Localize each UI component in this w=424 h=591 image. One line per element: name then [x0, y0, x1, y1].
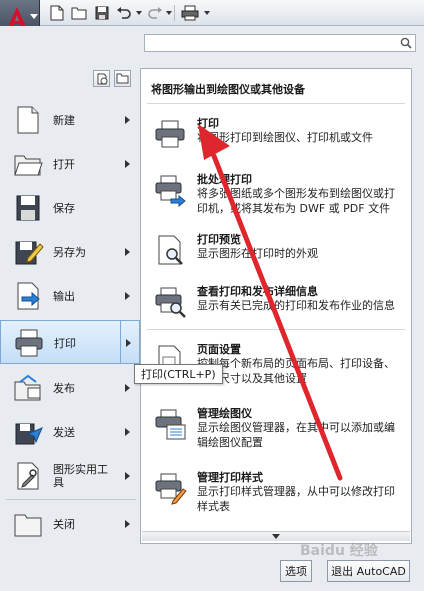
new-document-icon [17, 106, 39, 134]
print-tooltip: 打印(CTRL+P) [134, 364, 223, 384]
toolbar-separator [174, 5, 175, 21]
recent-documents-button[interactable] [93, 70, 110, 87]
printer-icon [155, 120, 185, 148]
submenu-item-title: 管理绘图仪 [197, 407, 252, 420]
chevron-right-icon [125, 472, 130, 480]
submenu-item-plot[interactable]: 打印 将图形打印到绘图仪、打印机或文件 [141, 109, 411, 169]
menu-item-send[interactable]: 发送 [0, 410, 140, 454]
redo-icon[interactable] [146, 4, 164, 22]
menu-item-label: 另存为 [53, 245, 86, 259]
open-icon[interactable] [70, 4, 88, 22]
menu-item-label: 打印 [54, 336, 76, 350]
submenu-item-description: 显示图形在打印时的外观 [197, 247, 318, 260]
options-button[interactable]: 选项 [280, 560, 312, 582]
chevron-right-icon[interactable] [126, 339, 131, 347]
export-icon [17, 282, 40, 310]
submenu-item-title: 查看打印和发布详细信息 [197, 285, 318, 298]
batch-plot-icon [155, 175, 186, 207]
plot-details-icon [155, 287, 186, 318]
menu-divider [6, 499, 136, 500]
menu-item-drawing-utilities[interactable]: 图形实用工具 [0, 454, 140, 498]
submenu-item-title: 打印预览 [197, 233, 241, 246]
submenu-item-description: 显示绘图仪管理器，在其中可以添加或编辑绘图仪配置 [197, 421, 395, 449]
chevron-right-icon [125, 160, 130, 168]
undo-dropdown-icon[interactable] [136, 11, 142, 15]
redo-dropdown-icon[interactable] [166, 11, 172, 15]
submenu-header: 将图形输出到绘图仪或其他设备 [151, 83, 305, 96]
print-submenu: 将图形输出到绘图仪或其他设备 打印 将图形打印到绘图仪、打印机或文件 批处理打印… [140, 68, 412, 544]
menu-item-export[interactable]: 输出 [0, 274, 140, 318]
submenu-item-description: 将多张图纸或多个图形发布到绘图仪或打印机，或将其发布为 DWF 或 PDF 文件 [197, 187, 395, 215]
recent-documents-icon [97, 73, 107, 84]
plotter-manager-icon [155, 409, 186, 440]
submenu-item-description: 控制每个新布局的页面布局、打印设备、图纸尺寸以及其他设置 [197, 357, 395, 385]
chevron-right-icon [125, 248, 130, 256]
undo-icon[interactable] [115, 4, 133, 22]
chevron-right-icon [125, 520, 130, 528]
chevron-right-icon [125, 292, 130, 300]
submenu-item-plotter-manager[interactable]: 管理绘图仪 显示绘图仪管理器，在其中可以添加或编辑绘图仪配置 [141, 399, 411, 459]
menu-item-label: 关闭 [53, 517, 75, 531]
menu-item-label: 图形实用工具 [53, 463, 108, 489]
menu-item-label: 保存 [53, 201, 75, 215]
menu-item-publish[interactable]: 发布 [0, 366, 140, 410]
exit-autocad-button[interactable]: 退出 AutoCAD [327, 560, 410, 582]
close-folder-icon [14, 514, 42, 537]
drawing-utilities-icon [17, 462, 39, 490]
chevron-right-icon [125, 428, 130, 436]
new-icon[interactable] [48, 4, 66, 22]
plot-style-manager-icon [155, 473, 187, 505]
submenu-divider [147, 329, 405, 330]
send-icon [15, 423, 43, 445]
command-list: 新建 打开 保存 另存为 输出 打印 发布 发送 图形实用工具 关闭 [0, 98, 140, 548]
menu-item-open[interactable]: 打开 [0, 142, 140, 186]
menu-item-label: 打开 [53, 157, 75, 171]
open-documents-icon [116, 73, 129, 84]
menu-item-label: 发布 [53, 381, 75, 395]
menu-item-new[interactable]: 新建 [0, 98, 140, 142]
split-divider [120, 321, 121, 363]
chevron-down-icon [272, 534, 280, 539]
floppy-disk-icon [16, 195, 40, 221]
menu-item-save-as[interactable]: 另存为 [0, 230, 140, 274]
printer-icon [15, 329, 43, 357]
open-documents-button[interactable] [114, 70, 131, 87]
plot-preview-icon [158, 235, 183, 265]
menu-item-label: 输出 [53, 289, 75, 303]
submenu-item-title: 打印 [197, 117, 219, 130]
menu-item-close[interactable]: 关闭 [0, 502, 140, 546]
menu-item-save[interactable]: 保存 [0, 186, 140, 230]
submenu-item-description: 将图形打印到绘图仪、打印机或文件 [197, 131, 373, 144]
submenu-divider [147, 103, 405, 104]
submenu-item-title: 批处理打印 [197, 173, 252, 186]
publish-icon [14, 374, 41, 401]
quick-access-toolbar [0, 0, 424, 26]
search-icon[interactable] [400, 37, 412, 49]
submenu-item-description: 显示打印样式管理器，从中可以修改打印样式表 [197, 485, 395, 513]
search-input[interactable] [144, 34, 416, 52]
chevron-right-icon [125, 384, 130, 392]
submenu-item-title: 页面设置 [197, 343, 241, 356]
save-icon[interactable] [93, 4, 111, 22]
submenu-item-plot-preview[interactable]: 打印预览 显示图形在打印时的外观 [141, 225, 411, 285]
chevron-down-icon [30, 14, 38, 19]
submenu-item-title: 管理打印样式 [197, 471, 263, 484]
submenu-item-batch-plot[interactable]: 批处理打印 将多张图纸或多个图形发布到绘图仪或打印机，或将其发布为 DWF 或 … [141, 165, 411, 225]
open-folder-icon [14, 155, 43, 176]
watermark: Baidu 经验 [300, 543, 378, 559]
chevron-right-icon [125, 116, 130, 124]
submenu-item-description: 显示有关已完成的打印和发布作业的信息 [197, 299, 395, 312]
menu-item-print[interactable]: 打印 [0, 320, 140, 364]
menu-item-label: 发送 [53, 425, 75, 439]
customize-toolbar-icon[interactable] [204, 11, 210, 15]
submenu-item-plot-style-manager[interactable]: 管理打印样式 显示打印样式管理器，从中可以修改打印样式表 [141, 463, 411, 523]
submenu-item-plot-details[interactable]: 查看打印和发布详细信息 显示有关已完成的打印和发布作业的信息 [141, 277, 411, 337]
plot-icon[interactable] [181, 4, 199, 22]
menu-item-label: 新建 [53, 113, 75, 127]
save-as-icon [15, 241, 44, 265]
